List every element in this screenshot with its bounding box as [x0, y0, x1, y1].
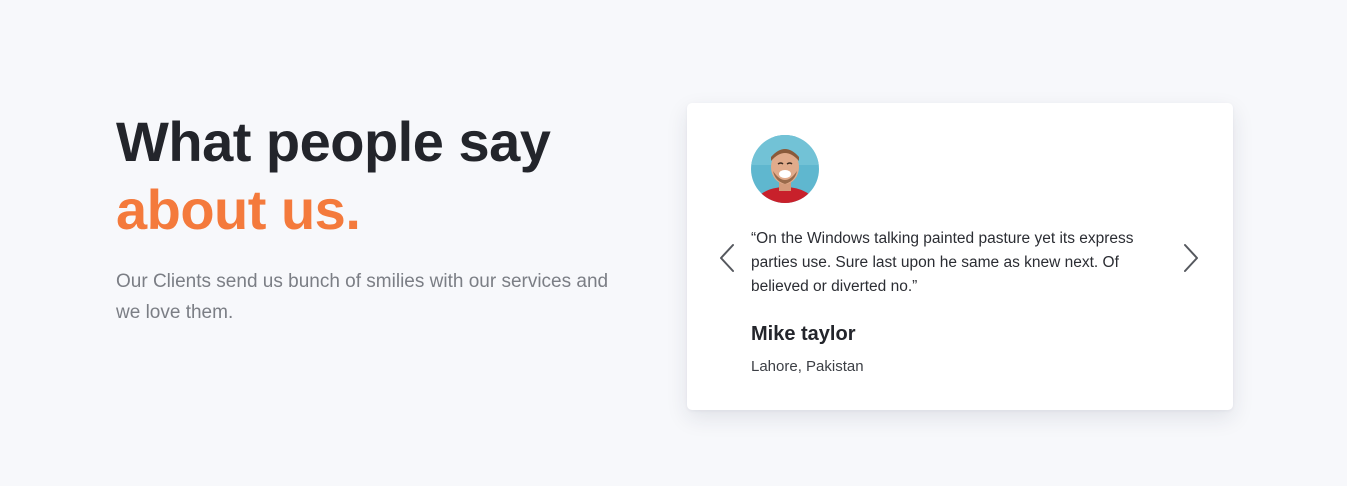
chevron-right-icon [1184, 244, 1198, 272]
testimonial-author-location: Lahore, Pakistan [751, 358, 864, 375]
testimonial-author-name: Mike taylor [751, 323, 856, 345]
section-heading: What people say about us. [116, 108, 636, 244]
testimonials-section: What people say about us. Our Clients se… [0, 0, 1347, 486]
avatar [751, 135, 819, 203]
prev-testimonial-button[interactable] [715, 241, 739, 275]
testimonial-quote: “On the Windows talking painted pasture … [751, 230, 1134, 295]
heading-line-1: What people say [116, 110, 551, 173]
avatar-photo [751, 135, 819, 203]
next-testimonial-button[interactable] [1179, 241, 1203, 275]
testimonials-intro: What people say about us. Our Clients se… [116, 108, 636, 328]
section-subtitle: Our Clients send us bunch of smilies wit… [116, 271, 609, 323]
testimonial-card: “On the Windows talking painted pasture … [687, 103, 1233, 410]
heading-line-2-accent: about us. [116, 178, 361, 241]
chevron-left-icon [720, 244, 734, 272]
